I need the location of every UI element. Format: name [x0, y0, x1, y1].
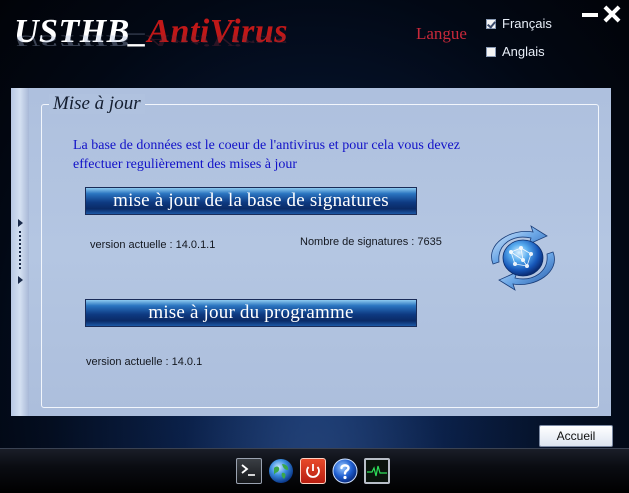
close-button[interactable] [602, 4, 622, 24]
signatures-version-text: version actuelle : 14.0.1.1 [90, 239, 216, 251]
anglais-checkbox[interactable] [486, 46, 496, 57]
monitor-icon[interactable] [364, 458, 390, 484]
sidebar-collapse-strip[interactable] [11, 88, 30, 416]
description-line-1: La base de données est le coeur de l'ant… [73, 138, 460, 153]
expand-arrow-icon-lower[interactable] [18, 276, 23, 284]
update-globe-icon [491, 225, 555, 291]
francais-label: Français [502, 16, 552, 31]
minimize-button[interactable] [580, 4, 600, 24]
program-version-text: version actuelle : 14.0.1 [86, 356, 203, 368]
resize-grip-icon[interactable] [19, 231, 21, 271]
terminal-icon[interactable] [236, 458, 262, 484]
language-option-francais[interactable]: Français [486, 16, 552, 31]
update-description: La base de données est le coeur de l'ant… [73, 136, 513, 174]
description-line-2: effectuer regulièrement des mises à jour [73, 157, 298, 172]
expand-arrow-icon[interactable] [18, 219, 23, 227]
power-icon[interactable] [300, 458, 326, 484]
language-label: Langue [416, 24, 467, 43]
francais-checkbox[interactable] [486, 18, 496, 29]
reflection-part2: AntiVirus [147, 31, 288, 49]
app-title-reflection: USTHB_AntiVirus [14, 31, 288, 49]
signatures-count-text: Nombre de signatures : 7635 [300, 236, 442, 248]
anglais-label: Anglais [502, 44, 545, 59]
update-signatures-button[interactable]: mise à jour de la base de signatures [85, 187, 417, 215]
language-option-anglais[interactable]: Anglais [486, 44, 545, 59]
taskbar [0, 448, 629, 493]
reflection-part1: USTHB_ [14, 31, 148, 49]
help-icon[interactable] [332, 458, 358, 484]
home-button[interactable]: Accueil [539, 425, 613, 447]
globe-icon[interactable] [268, 458, 294, 484]
section-title: Mise à jour [49, 94, 145, 114]
update-program-button[interactable]: mise à jour du programme [85, 299, 417, 327]
update-panel: Mise à jour La base de données est le co… [29, 88, 611, 416]
